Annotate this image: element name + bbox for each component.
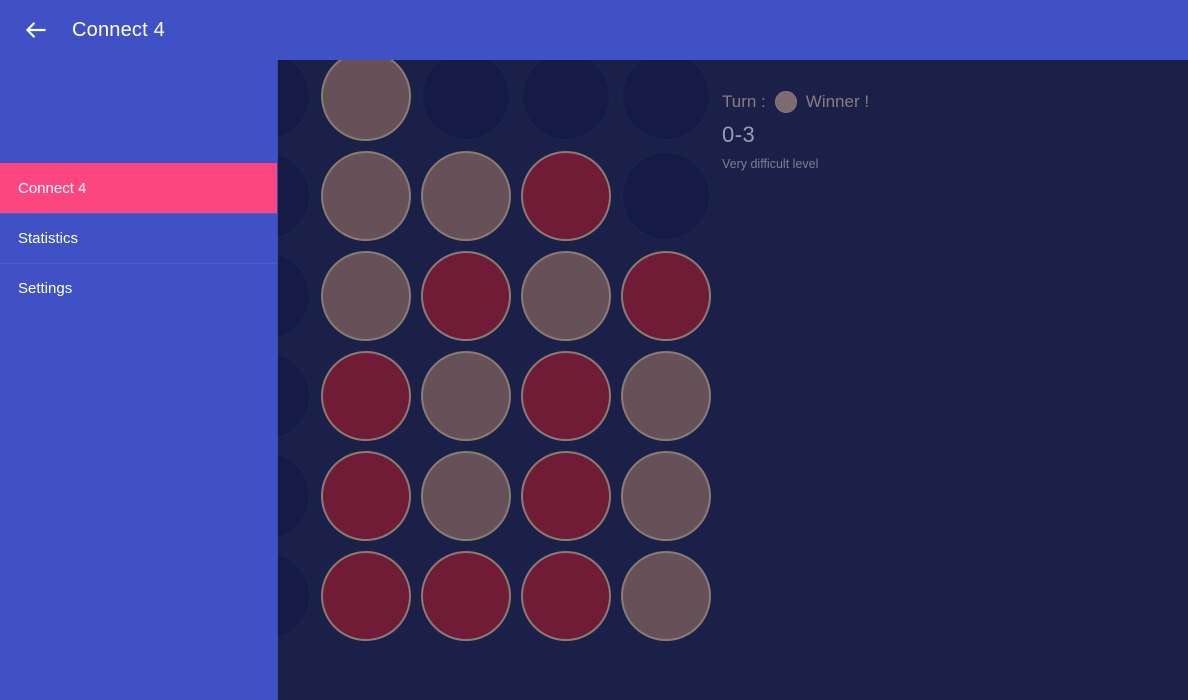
disc-empty: [278, 451, 311, 541]
board-cell-r4-c4[interactable]: [616, 446, 716, 546]
game-board-area[interactable]: Turn : Winner ! 0-3 Very difficult level: [278, 60, 1188, 700]
score-value: 0-3: [722, 122, 756, 147]
disc-empty: [421, 60, 511, 141]
sidebar-item-statistics[interactable]: Statistics: [0, 213, 277, 263]
drawer-header-spacer: [0, 60, 277, 163]
sidebar-item-label: Settings: [18, 280, 73, 297]
disc-empty: [278, 551, 311, 641]
sidebar-item-label: Statistics: [18, 230, 79, 247]
winner-label: Winner !: [805, 92, 870, 111]
board-cell-r3-c4[interactable]: [616, 346, 716, 446]
connect4-app: Connect 4 Connect 4 Statistics Settings Tu…: [0, 0, 1188, 700]
sidebar-item-connect-4[interactable]: Connect 4: [0, 163, 277, 213]
sidebar-item-settings[interactable]: Settings: [0, 263, 277, 313]
disc-tan: [621, 351, 711, 441]
board-cell-r1-c3[interactable]: [516, 146, 616, 246]
disc-red: [521, 151, 611, 241]
board-cell-r1-c4[interactable]: [616, 146, 716, 246]
drawer-item-list: Connect 4 Statistics Settings: [0, 163, 277, 313]
disc-tan: [421, 451, 511, 541]
board-cell-r4-c0[interactable]: [278, 446, 316, 546]
board-cell-r2-c1[interactable]: [316, 246, 416, 346]
turn-indicator-disc: [774, 91, 797, 113]
disc-red: [321, 551, 411, 641]
navigation-drawer: Connect 4 Statistics Settings: [0, 60, 278, 700]
board-cell-r2-c3[interactable]: [516, 246, 616, 346]
page-title: Connect 4: [72, 18, 165, 41]
board-cell-r0-c4[interactable]: [616, 60, 716, 146]
board-cell-r2-c4[interactable]: [616, 246, 716, 346]
board-cell-r3-c2[interactable]: [416, 346, 516, 446]
board-cell-r5-c2[interactable]: [416, 546, 516, 646]
disc-empty: [278, 251, 311, 341]
disc-empty: [621, 151, 711, 241]
disc-empty: [521, 60, 611, 141]
board-cell-r2-c2[interactable]: [416, 246, 516, 346]
disc-red: [521, 451, 611, 541]
turn-line: Turn : Winner !: [722, 90, 1122, 114]
disc-red: [521, 351, 611, 441]
board-cell-r1-c0[interactable]: [278, 146, 316, 246]
board-cell-r4-c1[interactable]: [316, 446, 416, 546]
status-panel: Turn : Winner ! 0-3 Very difficult level: [722, 90, 1122, 171]
board-cell-r5-c4[interactable]: [616, 546, 716, 646]
board-cell-r5-c0[interactable]: [278, 546, 316, 646]
disc-red: [421, 251, 511, 341]
board-cell-r1-c2[interactable]: [416, 146, 516, 246]
disc-red: [421, 551, 511, 641]
board-cell-r4-c3[interactable]: [516, 446, 616, 546]
app-bar: Connect 4: [0, 0, 1188, 60]
disc-tan: [421, 151, 511, 241]
board-cell-r0-c0[interactable]: [278, 60, 316, 146]
disc-tan: [621, 451, 711, 541]
disc-red: [521, 551, 611, 641]
turn-label: Turn :: [722, 92, 766, 111]
board-cell-r4-c2[interactable]: [416, 446, 516, 546]
disc-tan: [621, 551, 711, 641]
disc-tan: [421, 351, 511, 441]
board-cell-r5-c1[interactable]: [316, 546, 416, 646]
board-cell-r3-c1[interactable]: [316, 346, 416, 446]
board-cell-r3-c3[interactable]: [516, 346, 616, 446]
disc-empty: [278, 151, 311, 241]
board-cell-r0-c3[interactable]: [516, 60, 616, 146]
board-cell-r0-c1[interactable]: [316, 60, 416, 146]
arrow-left-icon: [23, 17, 49, 43]
disc-tan: [321, 151, 411, 241]
board-cell-r3-c0[interactable]: [278, 346, 316, 446]
disc-red: [321, 451, 411, 541]
disc-empty: [278, 60, 311, 141]
disc-tan: [521, 251, 611, 341]
disc-tan: [321, 60, 411, 141]
back-button[interactable]: [14, 8, 58, 52]
disc-red: [321, 351, 411, 441]
board-cell-r0-c2[interactable]: [416, 60, 516, 146]
connect4-grid[interactable]: [278, 60, 716, 646]
disc-tan: [321, 251, 411, 341]
board-cell-r1-c1[interactable]: [316, 146, 416, 246]
disc-empty: [278, 351, 311, 441]
board-cell-r2-c0[interactable]: [278, 246, 316, 346]
disc-red: [621, 251, 711, 341]
sidebar-item-label: Connect 4: [18, 180, 87, 197]
disc-empty: [621, 60, 711, 141]
difficulty-level: Very difficult level: [722, 157, 819, 171]
board-cell-r5-c3[interactable]: [516, 546, 616, 646]
